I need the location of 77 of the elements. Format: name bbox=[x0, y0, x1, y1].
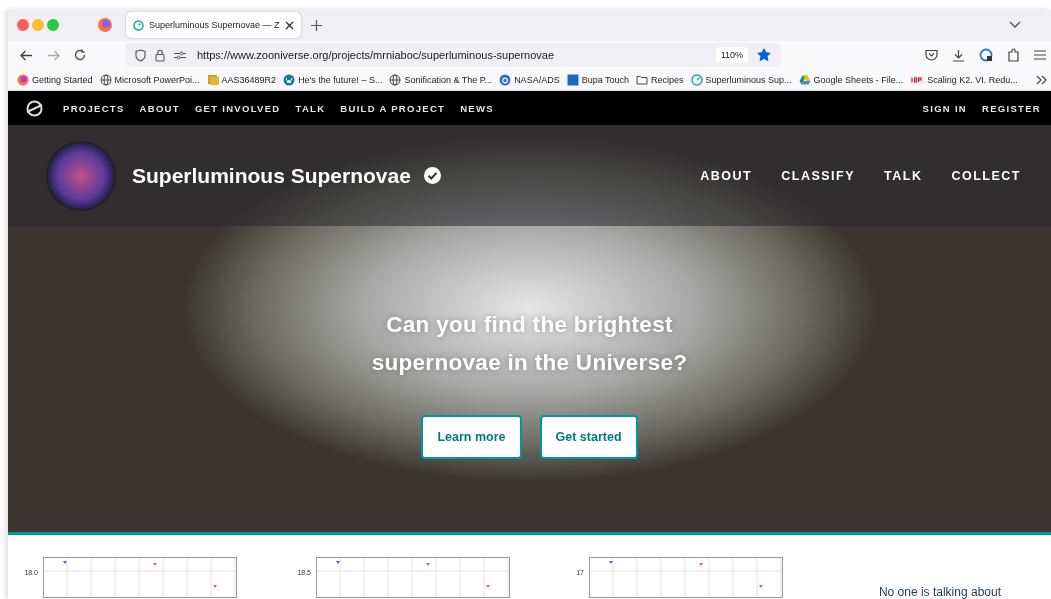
nav-link[interactable]: ABOUT bbox=[139, 102, 180, 114]
bookmark-item[interactable]: Scaling K2. VI. Redu... bbox=[910, 73, 1018, 86]
nav-link[interactable]: TALK bbox=[295, 102, 326, 114]
light-curve-plot[interactable] bbox=[316, 557, 510, 598]
browser-logo-icon[interactable] bbox=[98, 18, 112, 33]
window-control-icon[interactable] bbox=[17, 19, 29, 32]
talk-message: No one is talking about bbox=[878, 585, 1001, 599]
pocket-icon[interactable] bbox=[925, 49, 938, 61]
bookmark-label: Scaling K2. VI. Redu... bbox=[927, 74, 1018, 85]
sliders-icon bbox=[174, 50, 186, 60]
project-nav-link[interactable]: ABOUT bbox=[700, 168, 753, 183]
app-tile-icon bbox=[566, 73, 579, 86]
lock-icon bbox=[155, 48, 165, 62]
bookmark-item[interactable]: Google Sheets - File... bbox=[798, 73, 904, 86]
bookmark-label: Superluminous Sup... bbox=[705, 74, 792, 85]
nav-link[interactable]: REGISTER bbox=[982, 102, 1041, 114]
bookmark-label: Sonification & The P... bbox=[404, 74, 493, 85]
bookmark-item[interactable]: Microsoft PowerPoi... bbox=[99, 73, 200, 86]
nav-link[interactable]: SIGN IN bbox=[922, 102, 968, 114]
chevron-down-icon[interactable] bbox=[1009, 21, 1021, 30]
download-icon[interactable] bbox=[952, 48, 965, 62]
address-bar[interactable]: https://www.zooniverse.org/projects/mrniaboc/superluminous-supernovae 110% bbox=[125, 43, 781, 67]
hero-button[interactable]: Learn more bbox=[421, 415, 522, 459]
reload-icon[interactable] bbox=[74, 49, 86, 61]
bookmark-item[interactable]: Bupa Touch bbox=[566, 73, 629, 86]
triangle-logo-icon bbox=[798, 73, 811, 86]
tab-favicon-icon bbox=[133, 19, 144, 31]
puzzle-icon[interactable] bbox=[1007, 48, 1020, 62]
bookmark-label: Getting Started bbox=[32, 74, 93, 85]
back-icon[interactable] bbox=[20, 49, 33, 61]
bookmark-item[interactable]: He's the future! – S... bbox=[283, 73, 383, 86]
double-chevron-icon[interactable] bbox=[1036, 74, 1047, 85]
bookmark-item[interactable]: Sonification & The P... bbox=[389, 73, 493, 86]
extension-badge-icon[interactable] bbox=[979, 48, 993, 62]
globe-icon bbox=[389, 73, 402, 86]
folder-icon bbox=[636, 73, 648, 86]
bookmark-label: Bupa Touch bbox=[581, 74, 629, 85]
globe-icon bbox=[99, 73, 112, 86]
zooniverse-logo-icon[interactable] bbox=[26, 99, 43, 117]
light-curve-plot[interactable] bbox=[589, 557, 783, 598]
bookmark-item[interactable]: AAS36489R2 bbox=[206, 73, 277, 86]
iop-logo-icon bbox=[910, 73, 925, 86]
new-tab-icon[interactable] bbox=[310, 19, 322, 31]
shield-icon bbox=[135, 48, 146, 62]
close-icon[interactable] bbox=[284, 20, 294, 30]
bookmark-label: He's the future! – S... bbox=[298, 74, 383, 85]
bookmark-item[interactable]: NASA/ADS bbox=[499, 73, 560, 86]
project-title: Superluminous Supernovae bbox=[132, 163, 411, 188]
bookmark-item[interactable]: Getting Started bbox=[17, 73, 93, 86]
menu-icon[interactable] bbox=[1034, 50, 1046, 60]
url-text: https://www.zooniverse.org/projects/mrniaboc/superluminous-supernovae bbox=[197, 49, 555, 61]
light-curve-plot[interactable] bbox=[43, 557, 237, 598]
firefox-logo-icon bbox=[17, 73, 29, 86]
bookmark-item[interactable]: Recipes bbox=[636, 73, 684, 86]
stacked-pages-icon bbox=[206, 73, 219, 86]
wordpress-logo-icon bbox=[283, 73, 296, 86]
project-nav-link[interactable]: TALK bbox=[884, 168, 923, 183]
compass-icon bbox=[690, 73, 703, 86]
hero-button[interactable]: Get started bbox=[539, 415, 638, 459]
bookmark-label: NASA/ADS bbox=[514, 74, 560, 85]
bookmark-label: AAS36489R2 bbox=[221, 74, 277, 85]
project-nav-link[interactable]: COLLECT bbox=[951, 168, 1021, 183]
nav-link[interactable]: PROJECTS bbox=[63, 102, 125, 114]
bookmark-item[interactable]: Superluminous Sup... bbox=[690, 73, 792, 86]
bookmark-label: Recipes bbox=[651, 74, 684, 85]
nav-link[interactable]: NEWS bbox=[460, 102, 494, 114]
browser-tab[interactable]: Superluminous Supernovae — Z bbox=[126, 12, 301, 39]
bookmark-label: Google Sheets - File... bbox=[813, 74, 904, 85]
tab-title: Superluminous Supernovae — Z bbox=[149, 20, 280, 31]
nav-link[interactable]: GET INVOLVED bbox=[194, 102, 281, 114]
zoom-level-button[interactable]: 110% bbox=[715, 47, 748, 63]
bookmark-label: Microsoft PowerPoi... bbox=[114, 74, 200, 85]
project-nav-link[interactable]: CLASSIFY bbox=[781, 168, 856, 183]
nav-link[interactable]: BUILD A PROJECT bbox=[340, 102, 446, 114]
letter-a-logo-icon bbox=[499, 73, 512, 86]
project-avatar[interactable] bbox=[48, 142, 114, 209]
bookmark-star-icon[interactable] bbox=[757, 48, 771, 62]
